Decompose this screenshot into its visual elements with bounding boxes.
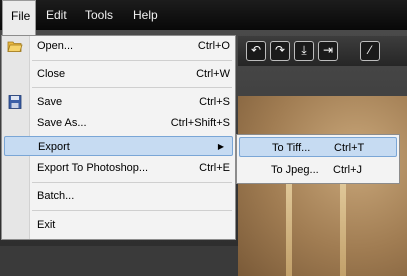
menu-item-label: Save As...: [37, 117, 87, 129]
menu-item-close[interactable]: Close Ctrl+W: [32, 64, 234, 84]
menu-item-export[interactable]: Export ▶: [4, 136, 233, 156]
menu-help[interactable]: Help: [125, 0, 166, 30]
menu-separator: [32, 87, 232, 88]
menu-item-shortcut: Ctrl+W: [196, 68, 230, 80]
menu-item-exit[interactable]: Exit: [32, 215, 234, 235]
menu-separator: [32, 182, 232, 183]
menu-item-label: Save: [37, 96, 63, 108]
menu-separator: [32, 60, 232, 61]
floppy-disk-icon: [8, 95, 22, 109]
submenu-item-label: To Jpeg...: [271, 164, 319, 176]
submenu-item-shortcut: Ctrl+J: [333, 164, 363, 176]
menu-item-shortcut: Ctrl+S: [199, 96, 230, 108]
file-menu-dropdown: Open... Ctrl+O Close Ctrl+W Save Ctrl+S …: [1, 35, 236, 240]
submenu-item-to-jpeg[interactable]: To Jpeg... Ctrl+J: [239, 160, 397, 180]
menu-item-label: Export: [38, 141, 70, 153]
submenu-item-to-tiff[interactable]: To Tiff... Ctrl+T: [239, 137, 397, 157]
menu-item-save-as[interactable]: Save As... Ctrl+Shift+S: [32, 113, 234, 133]
menu-item-label: Close: [37, 68, 66, 80]
menu-item-shortcut: Ctrl+O: [197, 40, 230, 52]
menu-item-save[interactable]: Save Ctrl+S: [32, 92, 234, 112]
submenu-item-label: To Tiff...: [272, 142, 311, 154]
menu-edit[interactable]: Edit: [38, 0, 75, 30]
menu-separator: [32, 210, 232, 211]
eyedropper-icon[interactable]: ⁄: [360, 41, 380, 61]
photo-canvas[interactable]: [238, 96, 407, 276]
menu-item-label: Exit: [37, 219, 56, 231]
menu-item-export-to-photoshop[interactable]: Export To Photoshop... Ctrl+E: [32, 158, 234, 178]
menu-bar: File Edit Tools Help: [0, 0, 407, 36]
submenu-arrow-icon: ▶: [217, 142, 224, 151]
menu-item-shortcut: Ctrl+Shift+S: [170, 117, 230, 129]
flip-vertical-icon[interactable]: ⤓: [294, 41, 314, 61]
menu-item-batch[interactable]: Batch...: [32, 186, 234, 206]
rotate-right-icon[interactable]: ↷: [270, 41, 290, 61]
menu-item-label: Open...: [37, 40, 74, 52]
menu-item-label: Export To Photoshop...: [37, 162, 149, 174]
image-toolbar: ↶ ↷ ⤓ ⇥ ⁄: [238, 36, 407, 66]
menu-file[interactable]: File: [2, 0, 36, 36]
rotate-left-icon[interactable]: ↶: [246, 41, 266, 61]
submenu-item-shortcut: Ctrl+T: [334, 142, 365, 154]
menu-item-label: Batch...: [37, 190, 75, 202]
menu-tools[interactable]: Tools: [77, 0, 121, 30]
export-submenu: To Tiff... Ctrl+T To Jpeg... Ctrl+J: [236, 134, 400, 184]
folder-open-icon: [7, 41, 23, 52]
menu-item-open[interactable]: Open... Ctrl+O: [32, 36, 234, 56]
flip-horizontal-icon[interactable]: ⇥: [318, 41, 338, 61]
menu-item-shortcut: Ctrl+E: [199, 162, 230, 174]
